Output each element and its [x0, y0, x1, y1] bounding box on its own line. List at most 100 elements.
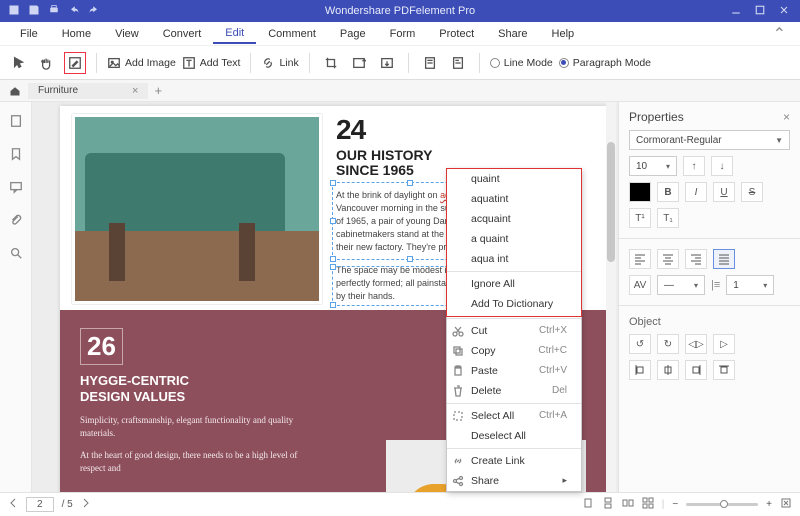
menu-help[interactable]: Help	[540, 25, 587, 43]
suggestion-item[interactable]: aquatint	[447, 189, 581, 209]
char-spacing-button[interactable]: AV	[629, 275, 651, 295]
menu-file[interactable]: File	[8, 25, 50, 43]
rotate-right-button[interactable]: ↻	[657, 334, 679, 354]
obj-align-top[interactable]	[713, 360, 735, 380]
extract-image-tool[interactable]	[376, 52, 398, 74]
bookmarks-icon[interactable]	[9, 147, 23, 166]
section-number: 24	[336, 114, 598, 146]
align-tool-2[interactable]	[447, 52, 469, 74]
zoom-in-icon[interactable]: +	[766, 499, 772, 510]
menu-page[interactable]: Page	[328, 25, 378, 43]
share-item[interactable]: Share▸	[447, 471, 581, 491]
next-page-icon[interactable]	[81, 498, 91, 511]
view-single-icon[interactable]	[582, 497, 594, 512]
deselect-all-item[interactable]: Deselect All	[447, 426, 581, 446]
menu-view[interactable]: View	[103, 25, 151, 43]
minimize-icon[interactable]	[730, 4, 742, 19]
align-justify-button[interactable]	[713, 249, 735, 269]
crop-tool[interactable]	[320, 52, 342, 74]
menu-comment[interactable]: Comment	[256, 25, 328, 43]
italic-button[interactable]: I	[685, 182, 707, 202]
decrease-size-button[interactable]: ↓	[711, 156, 733, 176]
menu-convert[interactable]: Convert	[151, 25, 214, 43]
suggestion-item[interactable]: quaint	[447, 169, 581, 189]
add-to-dictionary-item[interactable]: Add To Dictionary	[447, 294, 581, 314]
menu-form[interactable]: Form	[378, 25, 428, 43]
delete-item[interactable]: DeleteDel	[447, 381, 581, 401]
view-facing-cont-icon[interactable]	[642, 497, 654, 512]
strike-button[interactable]: S	[741, 182, 763, 202]
redo-icon[interactable]	[88, 4, 100, 19]
view-continuous-icon[interactable]	[602, 497, 614, 512]
menu-home[interactable]: Home	[50, 25, 103, 43]
flip-vertical-button[interactable]: ▷	[713, 334, 735, 354]
zoom-slider[interactable]	[686, 503, 758, 506]
view-facing-icon[interactable]	[622, 497, 634, 512]
menu-share[interactable]: Share	[486, 25, 539, 43]
maximize-icon[interactable]	[754, 4, 766, 19]
edit-object-tool[interactable]	[64, 52, 86, 74]
char-spacing-value[interactable]: —▾	[657, 275, 705, 295]
save-icon[interactable]	[28, 4, 40, 19]
paste-item[interactable]: PasteCtrl+V	[447, 361, 581, 381]
edit-toolbar: Add Image Add Text Link Line Mode Paragr…	[0, 46, 800, 80]
print-icon[interactable]	[48, 4, 60, 19]
align-left-button[interactable]	[629, 249, 651, 269]
suggestion-item[interactable]: acquaint	[447, 209, 581, 229]
select-tool[interactable]	[8, 52, 30, 74]
increase-size-button[interactable]: ↑	[683, 156, 705, 176]
ignore-all-item[interactable]: Ignore All	[447, 274, 581, 294]
font-family-dropdown[interactable]: Cormorant-Regular▼	[629, 130, 790, 150]
undo-icon[interactable]	[68, 4, 80, 19]
close-panel-icon[interactable]: ×	[783, 110, 790, 124]
cut-item[interactable]: CutCtrl+X	[447, 321, 581, 341]
body-paragraph-3: Simplicity, craftsmanship, elegant funct…	[80, 414, 300, 439]
object-label: Object	[629, 316, 790, 328]
link-button[interactable]: Link	[261, 56, 298, 70]
suggestion-item[interactable]: a quaint	[447, 229, 581, 249]
copy-item[interactable]: CopyCtrl+C	[447, 341, 581, 361]
align-right-button[interactable]	[685, 249, 707, 269]
line-mode-radio[interactable]: Line Mode	[490, 57, 553, 69]
rotate-left-button[interactable]: ↺	[629, 334, 651, 354]
prev-page-icon[interactable]	[8, 498, 18, 511]
canvas-scrollbar[interactable]	[606, 102, 616, 492]
suggestion-item[interactable]: aqua int	[447, 249, 581, 269]
line-spacing-value[interactable]: 1▾	[726, 275, 774, 295]
collapse-ribbon-icon[interactable]: ⌃	[767, 21, 792, 47]
superscript-button[interactable]: T¹	[629, 208, 651, 228]
search-icon[interactable]	[9, 246, 23, 265]
fit-page-icon[interactable]	[780, 497, 792, 512]
separator	[309, 53, 310, 73]
home-tab-icon[interactable]	[6, 85, 24, 97]
close-tab-icon[interactable]: ×	[132, 85, 138, 97]
document-tab[interactable]: Furniture ×	[28, 83, 148, 99]
select-all-item[interactable]: Select AllCtrl+A	[447, 406, 581, 426]
paragraph-mode-radio[interactable]: Paragraph Mode	[559, 57, 651, 69]
replace-image-tool[interactable]	[348, 52, 370, 74]
new-tab-button[interactable]: +	[154, 83, 162, 98]
page-number-field[interactable]: 2	[26, 497, 54, 512]
thumbnails-icon[interactable]	[9, 114, 23, 133]
obj-align-center[interactable]	[657, 360, 679, 380]
hand-tool[interactable]	[36, 52, 58, 74]
close-window-icon[interactable]	[778, 4, 790, 19]
add-text-button[interactable]: Add Text	[182, 56, 241, 70]
font-size-dropdown[interactable]: 10▾	[629, 156, 677, 176]
zoom-out-icon[interactable]: −	[672, 499, 678, 510]
align-tool-1[interactable]	[419, 52, 441, 74]
attachments-icon[interactable]	[9, 213, 23, 232]
comments-icon[interactable]	[9, 180, 23, 199]
menu-edit[interactable]: Edit	[213, 24, 256, 44]
subscript-button[interactable]: T₁	[657, 208, 679, 228]
create-link-item[interactable]: Create Link	[447, 451, 581, 471]
add-image-button[interactable]: Add Image	[107, 56, 176, 70]
underline-button[interactable]: U	[713, 182, 735, 202]
bold-button[interactable]: B	[657, 182, 679, 202]
align-center-button[interactable]	[657, 249, 679, 269]
font-color-button[interactable]	[629, 182, 651, 202]
obj-align-left[interactable]	[629, 360, 651, 380]
flip-horizontal-button[interactable]: ◁▷	[685, 334, 707, 354]
menu-protect[interactable]: Protect	[427, 25, 486, 43]
obj-align-right[interactable]	[685, 360, 707, 380]
